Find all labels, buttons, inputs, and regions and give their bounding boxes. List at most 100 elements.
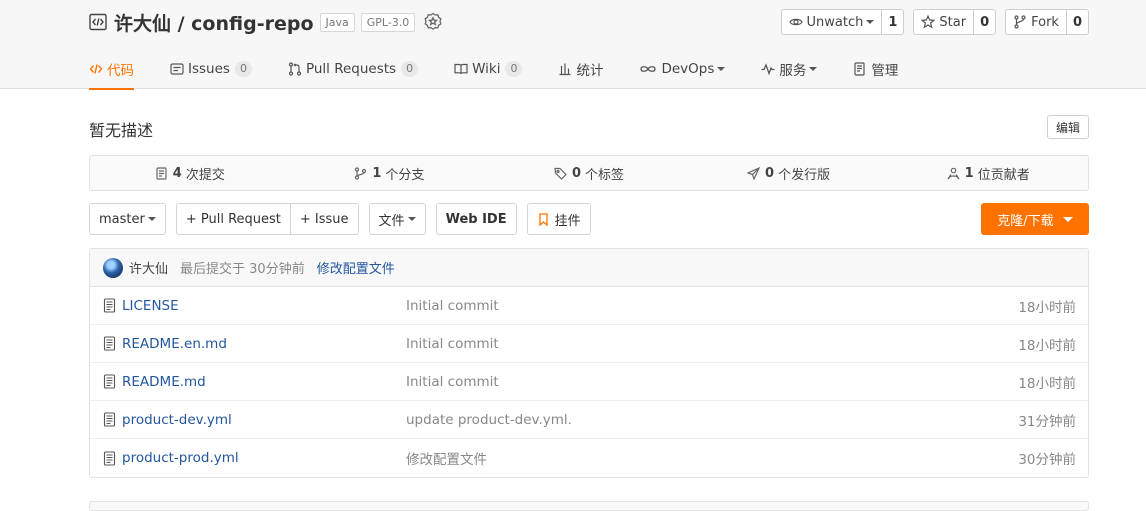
- files-dropdown-label: 文件: [378, 213, 405, 229]
- file-name[interactable]: product-prod.yml: [122, 450, 239, 466]
- repo-tabs: 代码 Issues 0 Pull Requests 0 Wiki 0 统计 De…: [89, 48, 934, 90]
- file-commit-message[interactable]: Initial commit: [406, 336, 499, 352]
- repo-header: 许大仙 / config-repo Java GPL-3.0 Unwatch 1…: [0, 0, 1146, 90]
- tab-code-label: 代码: [107, 62, 134, 79]
- tab-pull-requests-label: Pull Requests: [305, 60, 397, 77]
- tab-services-label: 服务: [779, 62, 807, 79]
- fork-count[interactable]: 0: [1065, 10, 1088, 34]
- file-commit-message[interactable]: Initial commit: [406, 298, 499, 314]
- chevron-down-icon: [147, 217, 156, 221]
- star-button[interactable]: Star 0: [913, 9, 997, 35]
- fork-label: Fork: [1031, 14, 1059, 30]
- language-tag[interactable]: Java: [319, 12, 355, 32]
- chevron-down-icon: [717, 66, 726, 71]
- unwatch-label: Unwatch: [806, 14, 864, 30]
- tab-pull-requests[interactable]: Pull Requests 0: [288, 48, 419, 89]
- watch-count[interactable]: 1: [881, 10, 903, 34]
- license-tag[interactable]: GPL-3.0: [360, 12, 416, 32]
- commits-icon: [156, 166, 167, 180]
- fork-button[interactable]: Fork 0: [1005, 9, 1089, 35]
- file-commit-message[interactable]: update product-dev.yml.: [406, 412, 572, 428]
- files-dropdown[interactable]: 文件: [368, 203, 426, 235]
- star-icon: [921, 15, 936, 29]
- widget-label: 挂件: [554, 213, 581, 229]
- star-label: Star: [939, 14, 967, 30]
- repo-description: 暂无描述: [89, 121, 154, 140]
- tab-issues-label: Issues: [188, 60, 230, 77]
- unwatch-button[interactable]: Unwatch 1: [780, 9, 905, 35]
- tab-statistics[interactable]: 统计: [558, 48, 603, 89]
- last-commit-bar: 许大仙 最后提交于 30分钟前 修改配置文件: [90, 249, 1088, 287]
- pull-request-icon: [288, 61, 302, 76]
- clone-download-button[interactable]: 克隆/下载: [981, 203, 1089, 235]
- branches-label: 个分支: [385, 167, 425, 183]
- commit-message[interactable]: 修改配置文件: [317, 258, 395, 277]
- stat-releases[interactable]: 0 个发行版: [689, 156, 889, 190]
- create-group: + Pull Request + Issue: [175, 203, 359, 235]
- web-ide-button[interactable]: Web IDE: [435, 203, 517, 235]
- chevron-down-icon: [809, 66, 818, 71]
- tab-manage-label: 管理: [871, 62, 899, 79]
- file-commit-message[interactable]: 修改配置文件: [406, 448, 487, 468]
- file-name[interactable]: product-dev.yml: [122, 412, 232, 428]
- tab-manage[interactable]: 管理: [853, 48, 898, 89]
- repo-title-bar: 许大仙 / config-repo Java GPL-3.0: [89, 9, 443, 35]
- stat-tags[interactable]: 0 个标签: [489, 156, 689, 190]
- file-commit-message[interactable]: Initial commit: [406, 374, 499, 390]
- wiki-count: 0: [505, 60, 523, 77]
- file-commit-time: 18小时前: [1018, 337, 1076, 354]
- tag-icon: [554, 167, 567, 180]
- code-repo-icon: [89, 13, 107, 31]
- stat-branches[interactable]: 1 个分支: [290, 156, 490, 190]
- devops-infinity-icon: [640, 65, 657, 72]
- branches-count: 1: [372, 165, 382, 181]
- releases-label: 个发行版: [778, 167, 831, 183]
- tab-issues[interactable]: Issues 0: [170, 48, 252, 89]
- release-send-icon: [747, 166, 761, 180]
- tab-wiki[interactable]: Wiki 0: [454, 48, 523, 89]
- repo-name[interactable]: 许大仙 / config-repo: [114, 9, 314, 36]
- file-row[interactable]: product-prod.yml 修改配置文件 30分钟前: [90, 439, 1088, 477]
- contributors-label: 位贡献者: [977, 167, 1030, 183]
- file-name[interactable]: README.en.md: [122, 336, 227, 352]
- branch-icon: [355, 166, 367, 180]
- tab-code[interactable]: 代码: [89, 48, 134, 90]
- file-name[interactable]: README.md: [122, 374, 206, 390]
- readme-panel-edge: [89, 501, 1089, 511]
- tab-wiki-label: Wiki: [472, 60, 501, 77]
- commit-author[interactable]: 许大仙: [129, 258, 168, 277]
- tab-services[interactable]: 服务: [761, 48, 818, 89]
- file-row[interactable]: README.md Initial commit 18小时前: [90, 363, 1088, 401]
- edit-description-button[interactable]: 编辑: [1047, 115, 1089, 139]
- file-commit-time: 18小时前: [1018, 375, 1076, 392]
- recommend-badge-icon[interactable]: [423, 12, 443, 32]
- new-pull-request-button[interactable]: + Pull Request: [175, 203, 291, 235]
- repo-actions: Unwatch 1 Star 0 Fork 0: [772, 9, 1089, 35]
- tab-devops[interactable]: DevOps: [639, 48, 726, 89]
- pull-requests-count: 0: [401, 60, 419, 77]
- file-row[interactable]: LICENSE Initial commit 18小时前: [90, 287, 1088, 325]
- contributors-count: 1: [964, 165, 974, 181]
- branch-select-label: master: [99, 211, 145, 227]
- clone-download-label: 克隆/下载: [997, 213, 1054, 229]
- file-commit-time: 31分钟前: [1018, 413, 1076, 430]
- file-row[interactable]: README.en.md Initial commit 18小时前: [90, 325, 1088, 363]
- file-name[interactable]: LICENSE: [122, 298, 179, 314]
- wiki-book-icon: [454, 63, 468, 74]
- file-commit-time: 30分钟前: [1018, 452, 1076, 468]
- tab-devops-label: DevOps: [661, 60, 715, 77]
- bar-chart-icon: [559, 63, 571, 75]
- stat-commits[interactable]: 4 次提交: [90, 156, 290, 190]
- issues-icon: [170, 62, 184, 75]
- branch-select[interactable]: master: [89, 203, 166, 235]
- new-issue-button[interactable]: + Issue: [290, 203, 359, 235]
- star-count[interactable]: 0: [973, 10, 995, 34]
- file-row[interactable]: product-dev.yml update product-dev.yml. …: [90, 401, 1088, 439]
- stat-contributors[interactable]: 1 位贡献者: [888, 156, 1088, 190]
- avatar[interactable]: [103, 257, 123, 278]
- tab-statistics-label: 统计: [576, 62, 604, 79]
- file-icon: [103, 298, 116, 313]
- widget-button[interactable]: 挂件: [526, 203, 591, 235]
- file-icon: [103, 412, 116, 427]
- repo-toolbar: master + Pull Request + Issue 文件 Web IDE…: [89, 203, 601, 235]
